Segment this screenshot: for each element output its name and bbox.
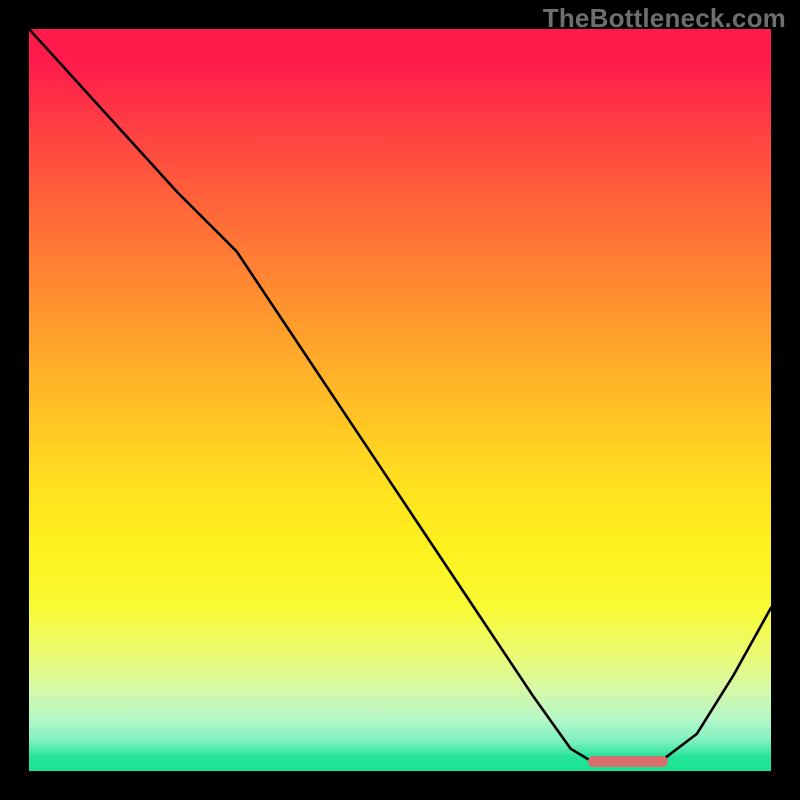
annotation-bar	[588, 756, 668, 767]
watermark-text: TheBottleneck.com	[543, 3, 786, 34]
line-curve	[29, 29, 771, 771]
plot-frame	[28, 28, 772, 772]
curve-path	[29, 29, 771, 762]
chart-stage: TheBottleneck.com	[0, 0, 800, 800]
